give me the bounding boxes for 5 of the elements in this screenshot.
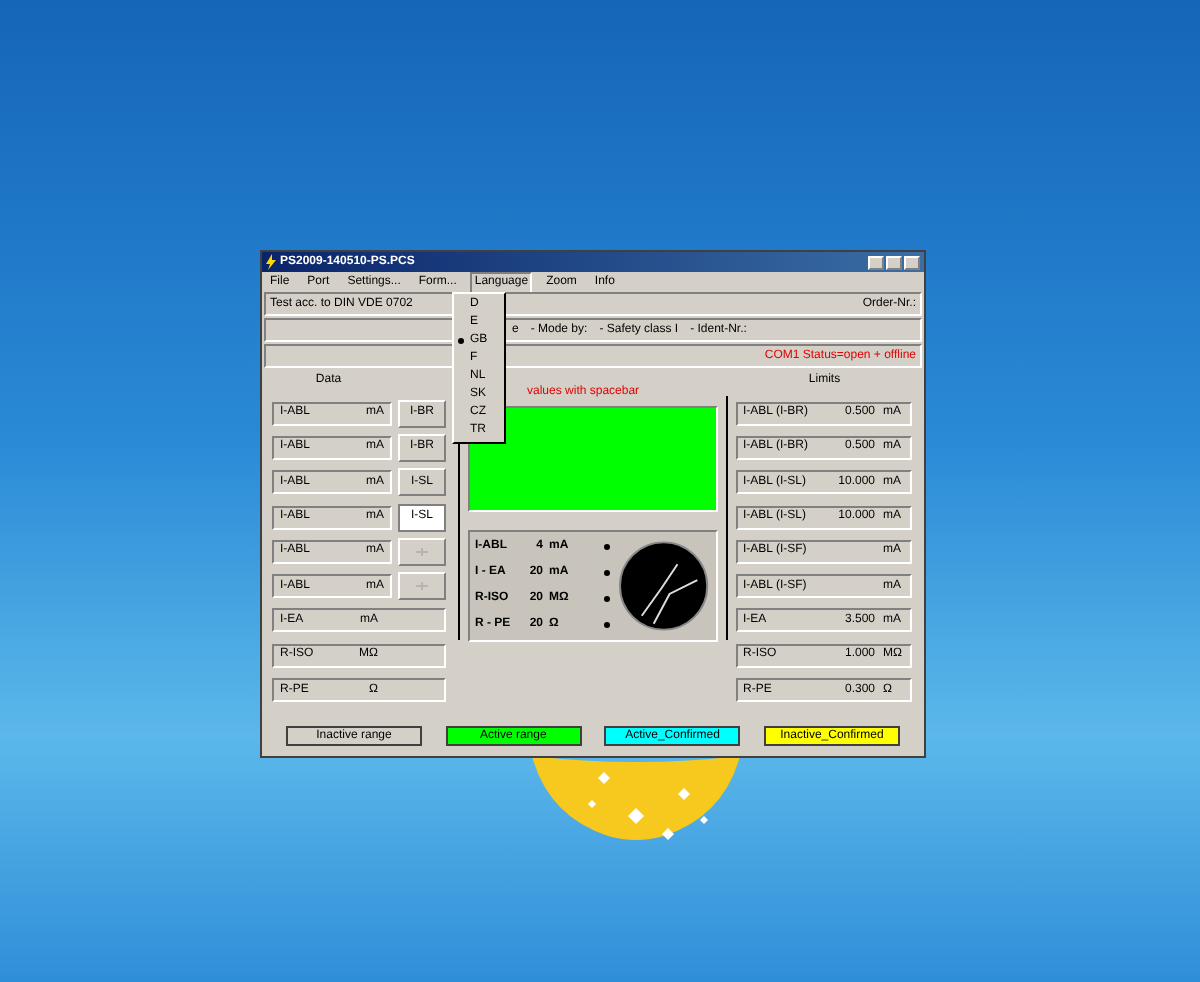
lightning-icon bbox=[266, 254, 276, 270]
maximize-button[interactable] bbox=[886, 255, 902, 269]
close-button[interactable] bbox=[904, 255, 920, 269]
minimize-button[interactable] bbox=[868, 255, 884, 269]
rotary-dial-icon bbox=[617, 540, 710, 632]
